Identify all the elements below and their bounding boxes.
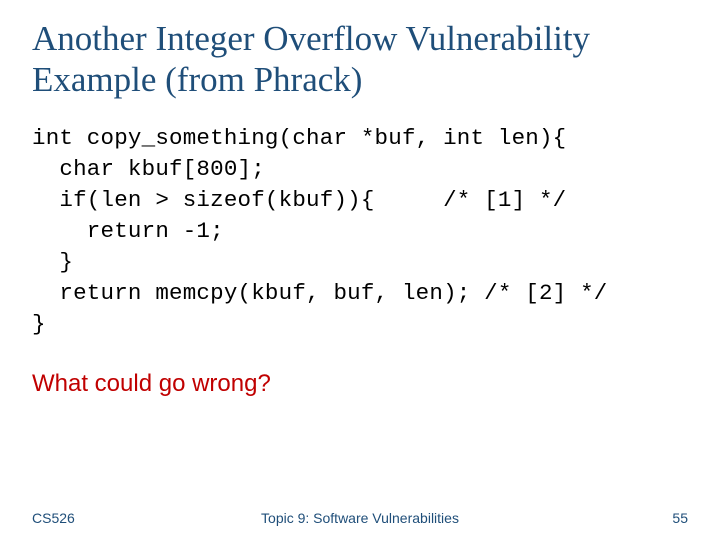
code-line: } [32, 249, 73, 275]
code-line: char kbuf[800]; [32, 156, 265, 182]
slide: Another Integer Overflow Vulnerability E… [0, 0, 720, 540]
code-line: return -1; [32, 218, 224, 244]
code-line: } [32, 311, 46, 337]
code-line: int copy_something(char *buf, int len){ [32, 125, 566, 151]
code-line: if(len > sizeof(kbuf)){ /* [1] */ [32, 187, 566, 213]
code-block: int copy_something(char *buf, int len){ … [32, 123, 688, 340]
code-line: return memcpy(kbuf, buf, len); /* [2] */ [32, 280, 608, 306]
footer: CS526 Topic 9: Software Vulnerabilities … [0, 510, 720, 526]
slide-title: Another Integer Overflow Vulnerability E… [32, 18, 688, 101]
footer-topic: Topic 9: Software Vulnerabilities [0, 510, 720, 526]
question-text: What could go wrong? [32, 370, 688, 398]
